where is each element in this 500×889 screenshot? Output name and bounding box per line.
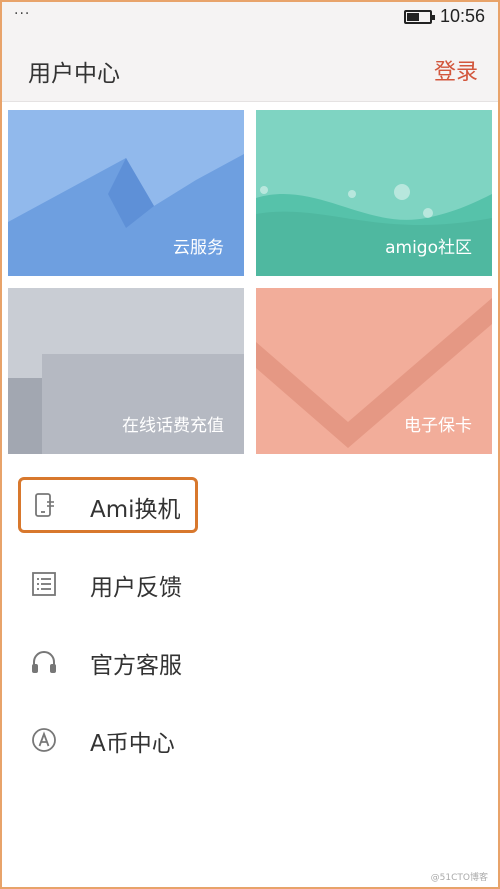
tile-label: amigo社区 [385, 238, 472, 258]
tile-label: 在线话费充值 [122, 416, 224, 436]
a-coin-icon [32, 728, 56, 752]
list-item-customer-service[interactable]: 官方客服 [0, 626, 500, 696]
battery-icon [404, 10, 435, 24]
app-header: 用户中心 登录 [0, 36, 500, 102]
tile-online-recharge[interactable]: 在线话费充值 [8, 288, 244, 454]
list-item-label: 官方客服 [90, 653, 182, 679]
list-item-ami-transfer[interactable]: Ami换机 [0, 470, 500, 540]
phone-transfer-icon [35, 493, 54, 517]
notification-dots: ··· [14, 6, 31, 22]
tile-label: 电子保卡 [404, 416, 472, 436]
list-item-label: Ami换机 [90, 497, 181, 523]
list-item-a-coin-center[interactable]: A币中心 [0, 704, 500, 774]
tile-amigo-community[interactable]: amigo社区 [256, 110, 492, 276]
list-item-feedback[interactable]: 用户反馈 [0, 548, 500, 618]
tile-label: 云服务 [173, 238, 224, 258]
list-item-label: A币中心 [90, 731, 175, 757]
watermark: @51CTO博客 [430, 873, 488, 883]
status-bar: ··· 10:56 [0, 0, 500, 36]
list-item-label: 用户反馈 [90, 575, 182, 601]
login-button[interactable]: 登录 [434, 54, 478, 86]
tile-e-warranty-card[interactable]: 电子保卡 [256, 288, 492, 454]
page-title: 用户中心 [28, 61, 120, 87]
headphones-icon [32, 651, 56, 673]
list-doc-icon [32, 572, 56, 596]
status-time: 10:56 [440, 6, 486, 26]
tile-cloud-service[interactable]: 云服务 [8, 110, 244, 276]
